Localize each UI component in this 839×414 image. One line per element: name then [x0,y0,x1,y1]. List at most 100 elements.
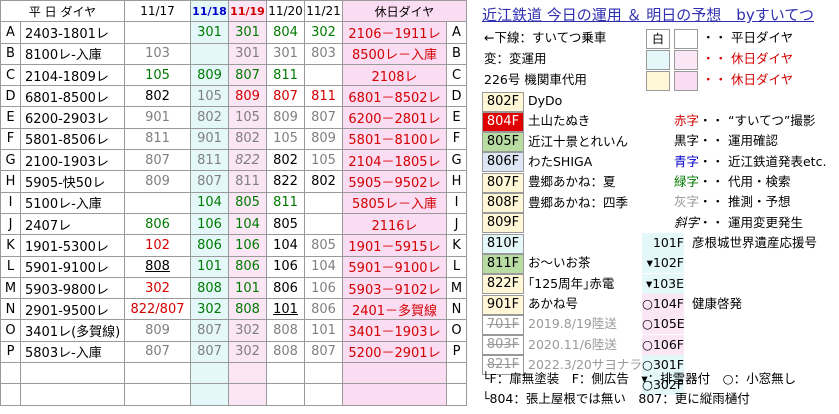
legend-note-underline: ←下線：すいてつ乗車 [484,30,607,45]
cell-d2: 807 [190,319,229,342]
cell-d1: 103 [124,42,191,65]
train-number: 701F [482,314,524,335]
row-letter: E [0,106,21,129]
side-train-item: 101F 彦根城世界遺産応援号 [642,233,817,253]
cell-d1: 102 [124,234,191,257]
cell-d2: 807 [190,340,229,364]
row-letter-right: A [446,21,467,44]
color-note: 緑字・・ 代用・検索 [674,172,791,192]
cell-d2 [190,42,229,65]
cell-d5: 811 [304,85,343,108]
row-letter-right: L [446,255,467,278]
cell-d1: 808 [124,255,191,278]
cell-d5 [304,212,343,236]
train-number: 802F [482,91,524,112]
cell-d3: 301 [228,21,267,44]
cell-d3: 301 [228,42,267,65]
train-number: 810F [482,233,524,254]
row-schedule: 5100レ-入庫 [20,191,125,214]
note-key: 灰字 [674,194,700,210]
white-swatch: 白 [646,28,670,49]
side-train-number: ▾102F [642,253,684,274]
cell-d1 [124,21,191,44]
cell-d2: 104 [190,191,229,214]
row-letter-right: P [446,340,467,364]
table-row: N 2901-9500レ 822/807 302 808 101 806 2401－多賀線 N [0,298,467,321]
train-number: 804F [482,111,524,132]
train-name: 2019.8/19陸送 [528,316,617,332]
note-desc: ・・ 近江鉄道発表etc. [699,153,827,169]
table-row: M 5903-9800レ 302 808 101 806 106 5903－9102レ M [0,276,467,300]
row-holiday: 5805レ－入庫 [342,191,447,214]
cell-d3: 101 [228,276,267,300]
row-letter-right: O [446,319,467,342]
cell-d4: 809 [266,106,305,129]
cell-d3: 809 [228,85,267,108]
cell-d1: 105 [124,63,191,87]
cell-d2: 809 [190,63,229,87]
table-row: G 2100-1903レ 807 811 822 802 105 2104－1805レ G [0,149,467,172]
row-letter-right: D [446,85,467,108]
header-holiday: 休日ダイヤ [342,0,467,23]
cell-d5: 807 [304,106,343,129]
cell-d5: 807 [304,340,343,364]
cell-d5: 809 [304,127,343,151]
side-train-number: ○106F [642,334,684,355]
holiday-legend: ・・ 休日ダイヤ [701,51,794,66]
train-item: 805F 近江十景とれいん [482,132,628,153]
cell-d2: 105 [190,85,229,108]
cell-d4: 808 [266,319,305,342]
note-desc: ・・ 推測・予想 [699,194,791,210]
train-name: 土山たぬき [528,113,591,129]
row-letter-right: G [446,149,467,172]
table-row: K 1901-5300レ 102 806 106 104 805 1901－5915レ K [0,234,467,257]
train-number: 807F [482,172,524,193]
color-note: 斜字・・ 運用変更発生 [674,213,803,233]
row-holiday: 6200－2801レ [342,106,447,129]
cell-d2: 301 [190,21,229,44]
cell-d3: 805 [228,191,267,214]
train-item: 802F DyDo [482,91,563,112]
side-train-number: 101F [642,233,684,253]
table-row: J 2407レ 806 106 104 805 2116レ J [0,212,467,236]
row-letter-right: B [446,42,467,65]
cell-d5: 104 [304,255,343,278]
train-name: あかね号 [528,296,579,311]
row-letter-right: H [446,170,467,193]
cell-d5: 101 [304,319,343,342]
cell-d5: 302 [304,21,343,44]
cell-d1: 806 [124,212,191,236]
train-number: 811F [482,253,524,274]
row-schedule: 5803レ-入庫 [20,340,125,364]
train-name: DyDo [528,93,563,108]
cell-d5: 105 [304,149,343,172]
table-row: A 2403-1801レ 301 301 804 302 2106－1911レ A [0,21,467,44]
side-train-item: ○106F [642,334,692,355]
page-title[interactable]: 近江鉄道 今日の運用 ＆ 明日の予想 byすいてつ [482,4,814,25]
table-row: H 5905-快50レ 809 807 811 822 802 5905－9502レ H [0,170,467,193]
row-letter-right: N [446,298,467,321]
header-schedule: 平 日 ダイヤ [0,0,125,23]
train-item: 804F 土山たぬき [482,111,591,132]
cell-d2: 806 [190,234,229,257]
row-letter-right: K [446,234,467,257]
row-letter: O [0,319,21,342]
cell-d2: 901 [190,127,229,151]
train-number: 806F [482,152,524,173]
cell-d1: 807 [124,340,191,364]
row-holiday: 5901－9100レ [342,255,447,278]
note-key: 斜字 [674,214,700,230]
side-train-name: 彦根城世界遺産応援号 [692,235,818,250]
cell-d4: 822 [266,170,305,193]
cell-d5: 806 [304,298,343,321]
white-swatch-2 [673,28,698,49]
row-schedule: 2100-1903レ [20,149,125,172]
cell-d4: 811 [266,191,305,214]
row-schedule: 5903-9800レ [20,276,125,300]
row-letter: M [0,276,21,300]
train-name: わたSHIGA [528,153,593,169]
row-schedule: 6801-8500レ [20,85,125,108]
cell-d2: 106 [190,212,229,236]
row-letter: D [0,85,21,108]
holiday-legend-2: ・・ 休日ダイヤ [701,72,794,87]
